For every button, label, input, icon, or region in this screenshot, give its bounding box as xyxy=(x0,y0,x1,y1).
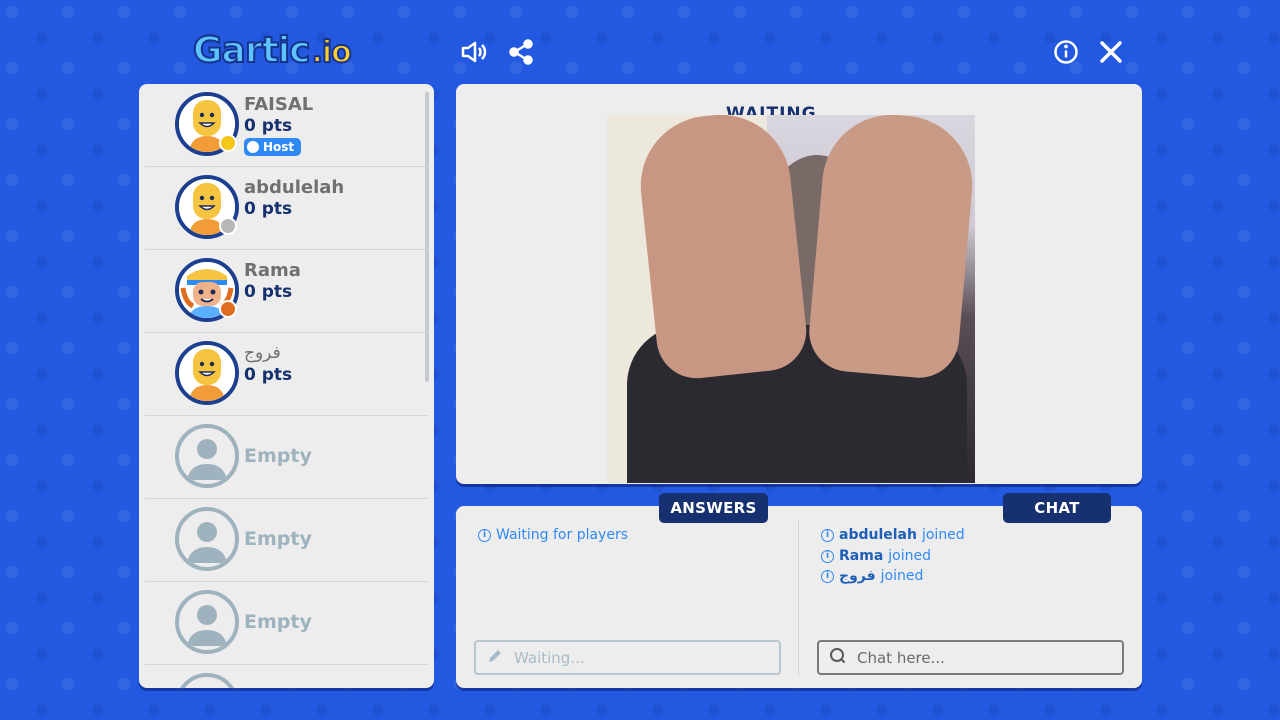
info-icon[interactable] xyxy=(1052,38,1080,66)
player-avatar xyxy=(175,341,239,405)
chat-message: i فروج joined xyxy=(821,568,923,584)
webcam-overlay-image xyxy=(607,115,975,483)
chat-message-user: Rama xyxy=(839,548,884,564)
player-row: FAISAL 0 pts Host xyxy=(145,84,429,167)
status-dot xyxy=(219,217,237,235)
chat-message-text: joined xyxy=(880,568,924,584)
answers-status-message: i Waiting for players xyxy=(478,527,628,543)
player-points: 0 pts xyxy=(244,282,293,302)
empty-label: Empty xyxy=(244,445,312,467)
status-dot xyxy=(219,134,237,152)
chat-message-text: joined xyxy=(888,548,931,564)
chat-message: i Rama joined xyxy=(821,548,931,564)
empty-slot-partial xyxy=(145,665,429,688)
answer-input-box xyxy=(474,640,781,675)
player-points: 0 pts xyxy=(244,116,293,136)
player-name: abdulelah xyxy=(244,177,345,198)
panel-divider xyxy=(798,520,799,676)
empty-slot: Empty xyxy=(145,499,429,582)
empty-slot: Empty xyxy=(145,582,429,665)
empty-label: Empty xyxy=(244,611,312,633)
host-smiley-icon xyxy=(247,141,259,153)
logo-main: Gartic xyxy=(192,29,311,72)
empty-avatar-icon xyxy=(175,424,239,488)
chat-message-user: فروج xyxy=(839,568,876,584)
player-name: Rama xyxy=(244,260,301,281)
close-icon[interactable] xyxy=(1097,38,1125,66)
player-list[interactable]: FAISAL 0 pts Host abdulelah 0 pts Rama 0… xyxy=(139,84,434,688)
share-icon[interactable] xyxy=(507,38,535,66)
player-points: 0 pts xyxy=(244,199,293,219)
chat-input[interactable] xyxy=(857,648,1097,667)
player-name: فروج xyxy=(244,343,281,363)
chat-message-user: abdulelah xyxy=(839,527,917,543)
empty-avatar-icon xyxy=(175,590,239,654)
host-badge: Host xyxy=(244,138,302,156)
chat-message: i abdulelah joined xyxy=(821,527,965,543)
answer-input[interactable] xyxy=(514,648,754,667)
empty-avatar-icon xyxy=(175,673,239,688)
info-circle-icon: i xyxy=(821,528,834,542)
logo-suffix: .io xyxy=(310,34,352,71)
drawing-area[interactable]: WAITING xyxy=(456,84,1142,484)
info-circle-icon: i xyxy=(821,549,834,563)
player-row: فروج 0 pts xyxy=(145,333,429,416)
tab-answers[interactable]: ANSWERS xyxy=(659,493,768,523)
info-circle-icon: i xyxy=(821,569,834,583)
empty-label: Empty xyxy=(244,528,312,550)
empty-avatar-icon xyxy=(175,507,239,571)
empty-slot: Empty xyxy=(145,416,429,499)
gartic-logo[interactable]: Gartic .io xyxy=(192,29,353,74)
tab-chat[interactable]: CHAT xyxy=(1003,493,1111,523)
player-name: FAISAL xyxy=(244,94,314,115)
player-row: Rama 0 pts xyxy=(145,250,429,333)
sound-icon[interactable] xyxy=(460,38,488,66)
player-row: abdulelah 0 pts xyxy=(145,167,429,250)
answers-chat-panel: ANSWERS CHAT i Waiting for players i abd… xyxy=(456,493,1142,688)
player-points: 0 pts xyxy=(244,365,293,385)
info-circle-icon: i xyxy=(478,528,491,542)
search-icon xyxy=(829,647,847,669)
chat-message-text: joined xyxy=(921,527,965,543)
chat-input-box xyxy=(817,640,1124,675)
answers-status-text: Waiting for players xyxy=(496,527,629,543)
pencil-icon xyxy=(486,647,504,669)
status-dot xyxy=(219,300,237,318)
host-badge-label: Host xyxy=(263,140,295,154)
